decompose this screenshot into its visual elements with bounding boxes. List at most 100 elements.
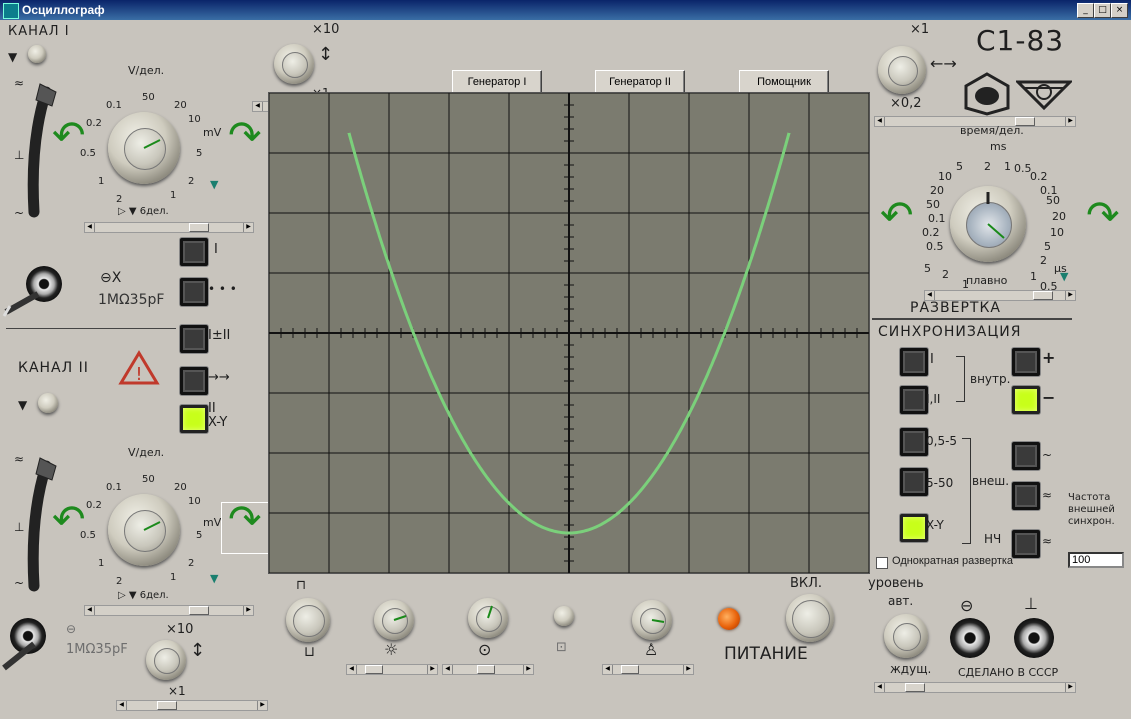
top-mult-knob[interactable] xyxy=(274,44,314,84)
sync-int-label: внутр. xyxy=(970,372,1011,386)
scroll-thumb[interactable] xyxy=(365,665,383,674)
channel2-vdiv-unit: V/дел. xyxy=(128,446,165,459)
scroll-left-arrow-icon[interactable]: ◀ xyxy=(875,683,885,692)
timebase-left-1: 50 xyxy=(926,198,940,211)
timebase-rotate-right-icon[interactable]: ↷ xyxy=(1086,196,1120,236)
channel2-rotate-right-icon[interactable]: ↷ xyxy=(228,500,262,540)
ground-jack[interactable] xyxy=(1014,618,1054,658)
timebase-left-4: 0.5 xyxy=(926,240,944,253)
sync-input-jack[interactable] xyxy=(950,618,990,658)
astigmatism-knob[interactable] xyxy=(554,606,574,626)
sync-button-05-5[interactable] xyxy=(900,428,928,456)
time-mult-knob[interactable] xyxy=(878,46,926,94)
mode-label-xy: II X-Y xyxy=(208,401,228,430)
maximize-button[interactable]: □ xyxy=(1094,3,1111,18)
scroll-right-arrow-icon[interactable]: ▶ xyxy=(243,606,253,615)
scroll-left-arrow-icon[interactable]: ◀ xyxy=(85,606,95,615)
scroll-right-arrow-icon[interactable]: ▶ xyxy=(1065,291,1075,300)
bottom-mult-knob[interactable] xyxy=(146,640,186,680)
channel2-scale-l1: 0.2 xyxy=(86,500,102,511)
scroll-right-arrow-icon[interactable]: ▶ xyxy=(257,701,267,710)
sync-freq-label-1: Частота xyxy=(1068,492,1111,503)
time-mult-x02: ×0,2 xyxy=(890,96,922,111)
scroll-left-arrow-icon[interactable]: ◀ xyxy=(443,665,453,674)
power-button[interactable] xyxy=(786,594,834,642)
level-knob[interactable] xyxy=(884,614,928,658)
mode-button-ch1[interactable] xyxy=(180,238,208,266)
scroll-left-arrow-icon[interactable]: ◀ xyxy=(347,665,357,674)
channel2-rotate-left-icon[interactable]: ↶ xyxy=(52,500,86,540)
scroll-right-arrow-icon[interactable]: ▶ xyxy=(243,223,253,232)
scroll-left-arrow-icon[interactable]: ◀ xyxy=(925,291,935,300)
scroll-right-arrow-icon[interactable]: ▶ xyxy=(523,665,533,674)
sync-button-minus[interactable] xyxy=(1012,386,1040,414)
scroll-right-arrow-icon[interactable]: ▶ xyxy=(1065,117,1075,126)
scroll-right-arrow-icon[interactable]: ▶ xyxy=(427,665,437,674)
channel2-scale-r3: 2 xyxy=(188,558,195,569)
sync-label-05-5: 0,5-5 xyxy=(926,434,958,448)
sync-freq-input[interactable] xyxy=(1068,552,1124,568)
scroll-left-arrow-icon[interactable]: ◀ xyxy=(117,701,127,710)
channel2-scale-l3: 1 xyxy=(98,558,105,569)
timebase-top-1: 5 xyxy=(956,160,963,173)
mode-button-alt[interactable] xyxy=(180,367,208,395)
scroll-right-arrow-icon[interactable]: ▶ xyxy=(1065,683,1075,692)
illumination-scrollbar[interactable]: ◀ ▶ xyxy=(602,664,694,675)
input-x-spec: 1MΩ35pF xyxy=(98,292,165,308)
sync-label-5-50: 5-50 xyxy=(926,476,954,490)
channel2-scale-l4: 2 xyxy=(116,576,123,587)
minimize-button[interactable]: _ xyxy=(1077,3,1094,18)
scroll-left-arrow-icon[interactable]: ◀ xyxy=(253,102,263,111)
bottom-mult-arrow-icon: ↕ xyxy=(190,640,206,661)
sync-button-lf[interactable] xyxy=(1012,530,1040,558)
mode-button-xy[interactable] xyxy=(180,405,208,433)
sync-button-xy[interactable] xyxy=(900,514,928,542)
mode-label-alt: →→ xyxy=(208,370,230,385)
timebase-left-5: 5 xyxy=(924,262,931,275)
scroll-left-arrow-icon[interactable]: ◀ xyxy=(875,117,885,126)
sync-button-ac[interactable] xyxy=(1012,442,1040,470)
timebase-right-1: 20 xyxy=(1052,210,1066,223)
scroll-left-arrow-icon[interactable]: ◀ xyxy=(603,665,613,674)
sync-button-ch12[interactable] xyxy=(900,386,928,414)
channel2-shift-knob[interactable] xyxy=(38,393,58,413)
channel1-scrollbar[interactable]: ◀ ▶ xyxy=(84,222,254,233)
scroll-thumb[interactable] xyxy=(621,665,639,674)
timebase-rotate-left-icon[interactable]: ↶ xyxy=(880,196,914,236)
channel1-rotate-left-icon[interactable]: ↶ xyxy=(52,116,86,156)
channel2-scale-r2: 5 xyxy=(196,530,203,541)
brightness-scrollbar[interactable]: ◀ ▶ xyxy=(346,664,438,675)
sync-button-5-50[interactable] xyxy=(900,468,928,496)
channel2-mv-unit: mV xyxy=(203,516,222,529)
svg-text:!: ! xyxy=(135,364,142,385)
channel1-scale-r2: 5 xyxy=(196,148,203,159)
channel2-scrollbar[interactable]: ◀ ▶ xyxy=(84,605,254,616)
channel1-rotate-right-icon[interactable]: ↷ xyxy=(228,116,262,156)
focus-scrollbar[interactable]: ◀ ▶ xyxy=(442,664,534,675)
scroll-left-arrow-icon[interactable]: ◀ xyxy=(85,223,95,232)
bottom-mult-scrollbar[interactable]: ◀ ▶ xyxy=(116,700,268,711)
illumination-icon: ♙ xyxy=(644,640,659,659)
scroll-thumb[interactable] xyxy=(905,683,925,692)
scroll-thumb[interactable] xyxy=(1033,291,1053,300)
power-on-label: ВКЛ. xyxy=(790,576,823,591)
sync-button-dc[interactable] xyxy=(1012,482,1040,510)
single-sweep-label: Однократная развертка xyxy=(892,555,1014,567)
sync-button-plus[interactable] xyxy=(1012,348,1040,376)
scroll-thumb[interactable] xyxy=(189,223,209,232)
scroll-right-arrow-icon[interactable]: ▶ xyxy=(683,665,693,674)
channel1-shift-knob[interactable] xyxy=(28,45,46,63)
scroll-thumb[interactable] xyxy=(477,665,495,674)
scroll-thumb[interactable] xyxy=(157,701,177,710)
single-sweep-checkbox[interactable] xyxy=(876,557,888,569)
power-label: ПИТАНИЕ xyxy=(724,644,808,664)
cal-button-knob[interactable] xyxy=(286,598,330,642)
scroll-thumb[interactable] xyxy=(189,606,209,615)
mode-label-ch1: I xyxy=(214,242,218,257)
level-scrollbar[interactable]: ◀ ▶ xyxy=(874,682,1076,693)
close-button[interactable]: × xyxy=(1111,3,1128,18)
mode-button-sum[interactable] xyxy=(180,325,208,353)
mode-button-chop[interactable] xyxy=(180,278,208,306)
sync-button-ch1[interactable] xyxy=(900,348,928,376)
channel1-scale-l0: 0.1 xyxy=(106,100,122,111)
